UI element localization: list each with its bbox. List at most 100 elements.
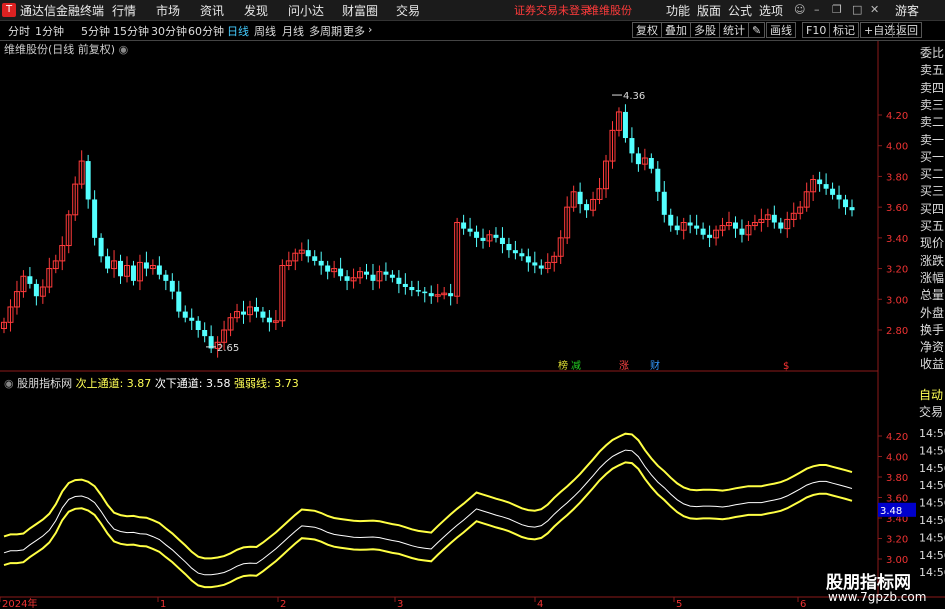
indicator-menu-icon[interactable]: ◉ (4, 377, 14, 390)
sidebar-item[interactable]: 收益 (920, 355, 944, 372)
sidebar-item[interactable]: 买三 (920, 182, 944, 199)
candle-body-down (655, 168, 661, 192)
sidebar-item[interactable]: 卖二 (920, 113, 944, 130)
event-marker: 榜 (558, 359, 568, 372)
candle-body-down (130, 265, 136, 281)
candle-body-down (338, 268, 344, 277)
sidebar-item[interactable]: 现价 (920, 234, 944, 251)
sidebar-item[interactable]: 买一 (920, 148, 944, 165)
sidebar-item[interactable]: 外盘 (920, 304, 944, 321)
strength-line (3, 449, 853, 576)
upper-channel-value: 次上通道: 3.87 (75, 377, 152, 390)
candle-body-down (389, 274, 395, 278)
candle-body-down (499, 237, 505, 244)
candle-body-down (409, 287, 415, 291)
time-label: 14:56 (919, 566, 945, 579)
sidebar-item[interactable]: 买四 (920, 200, 944, 217)
candle-body-down (428, 293, 434, 297)
indicator-legend: ◉ 股朋指标网 次上通道: 3.87 次下通道: 3.58 强弱线: 3.73 (4, 375, 299, 391)
sidebar-item[interactable]: 买五 (920, 217, 944, 234)
indicator-tick-label: 3.80 (886, 473, 908, 484)
candle-body-down (843, 199, 849, 208)
kline-chart[interactable]: 4.36 2.65 榜减 涨 财 $ 4.20 4.00 3.80 3.60 3.40 3.20 3.… (0, 0, 945, 609)
candle-body-down (422, 291, 428, 294)
candle-body-down (98, 237, 104, 257)
indicator-tick-label: 3.20 (886, 535, 908, 546)
candle-body-down (674, 225, 680, 231)
strength-line-value: 强弱线: 3.73 (234, 377, 299, 390)
candle-body-down (415, 290, 421, 292)
time-label: 14:56 (919, 497, 945, 510)
event-marker: 涨 (619, 360, 629, 372)
candle-body-down (344, 276, 350, 281)
candle-body-down (202, 330, 208, 337)
sidebar-item[interactable]: 卖一 (920, 131, 944, 148)
candle-body-down (305, 250, 311, 257)
candle-body-down (577, 191, 583, 205)
candle-body-down (648, 158, 654, 169)
sidebar-item[interactable]: 委比 (920, 44, 944, 61)
candle-body-down (260, 311, 266, 318)
candle-body-down (33, 283, 39, 297)
sidebar-item[interactable]: 卖五 (920, 61, 944, 78)
candle-body-down (448, 293, 454, 297)
candle-body-down (622, 111, 628, 139)
sidebar-item[interactable]: 卖三 (920, 96, 944, 113)
time-tick-label: 6 (800, 599, 806, 609)
candle-body-down (318, 260, 324, 266)
time-label: 14:56 (919, 462, 945, 475)
candle-body-down (512, 250, 518, 254)
candle-body-down (687, 222, 693, 226)
candle-body-down (195, 320, 201, 330)
candle-body-down (163, 274, 169, 281)
candle-body-down (817, 179, 823, 185)
candle-body-down (493, 234, 499, 238)
price-tick-label: 3.80 (886, 172, 908, 183)
sidebar-item[interactable]: 总量 (920, 286, 944, 303)
candle-body-down (182, 311, 188, 318)
candle-body-down (461, 222, 467, 229)
candle-body-down (383, 271, 389, 275)
indicator-name[interactable]: 股朋指标网 (17, 377, 72, 390)
candle-body-down (519, 253, 525, 257)
sidebar-item[interactable]: 净资 (920, 338, 944, 355)
price-tick-label: 3.00 (886, 295, 908, 306)
candle-body-down (525, 256, 531, 263)
sidebar-item[interactable]: 买二 (920, 165, 944, 182)
candle-body-down (105, 256, 111, 269)
candle-body-down (176, 291, 182, 312)
indicator-tick-label: 4.00 (886, 453, 908, 464)
event-marker: $ (783, 361, 789, 372)
candle-body-down (532, 262, 538, 266)
tab-trade[interactable]: 交易 (919, 403, 943, 420)
candle-body-down (707, 234, 713, 238)
sidebar-item[interactable]: 换手 (920, 321, 944, 338)
candle-body-down (849, 207, 855, 211)
stock-period-label: 维维股份(日线 前复权) ◉ (4, 41, 128, 57)
tab-auto[interactable]: 自动 (919, 386, 943, 403)
candle-body-down (92, 199, 98, 238)
indicator-tick-label: 4.20 (886, 432, 908, 443)
candle-body-down (506, 244, 512, 251)
sidebar-item[interactable]: 卖四 (920, 79, 944, 96)
candle-body-down (143, 262, 149, 269)
time-label: 14:56 (919, 549, 945, 562)
high-price-label: 4.36 (623, 91, 645, 102)
event-marker: 减 (571, 360, 581, 372)
time-tick-label: 3 (397, 599, 403, 609)
candle-body-down (402, 283, 408, 287)
candle-body-down (27, 276, 33, 284)
sidebar-item[interactable]: 涨跌 (920, 252, 944, 269)
low-price-label: 2.65 (217, 343, 239, 354)
time-label: 14:56 (919, 479, 945, 492)
candle-body-down (830, 188, 836, 195)
current-value-label: 3.48 (880, 506, 902, 517)
candle-body-down (118, 260, 124, 277)
time-label: 14:56 (919, 444, 945, 457)
sidebar-item[interactable]: 涨幅 (920, 269, 944, 286)
settings-circle-icon[interactable]: ◉ (119, 43, 129, 56)
candle-body-down (732, 222, 738, 229)
candle-body-down (771, 214, 777, 223)
candle-body-down (364, 271, 370, 275)
candle-body-down (629, 138, 635, 154)
